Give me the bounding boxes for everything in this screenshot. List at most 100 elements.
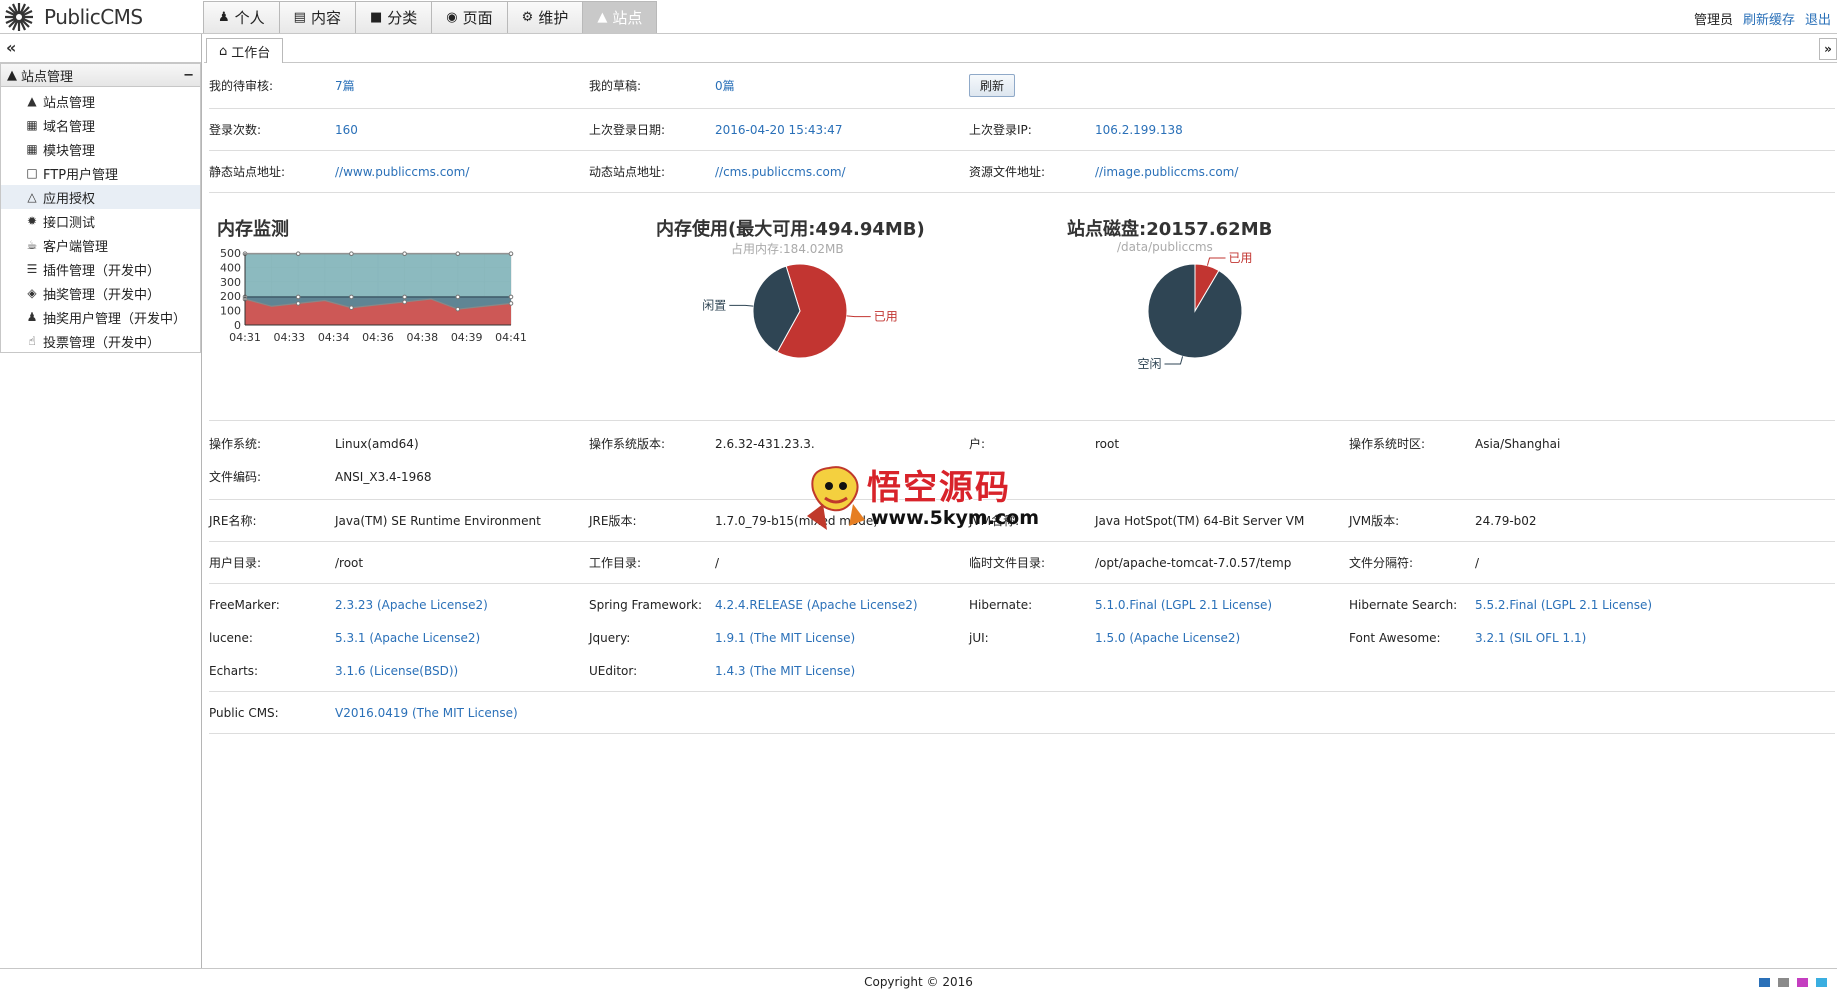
pending-value[interactable]: 7篇 (335, 77, 355, 94)
sidebar-item-plugin-manage[interactable]: ☰ 插件管理（开发中） (1, 257, 200, 281)
data-point (508, 294, 514, 300)
footer: Copyright © 2016 (0, 968, 1837, 994)
sidebar-collapse-button[interactable]: « (0, 34, 201, 63)
home-dir-value: /root (335, 555, 364, 570)
header: PublicCMS ♟ 个人 ▤ 内容 ■ 分类 ◉ 页面 ⚙ 维护 ▲ 站点 管理员 刷新… (0, 0, 1837, 34)
sidebar-item-client-manage[interactable]: ☕ 客户端管理 (1, 233, 200, 257)
nav-tab-maintain[interactable]: ⚙ 维护 (507, 2, 584, 33)
copyright: Copyright © 2016 (864, 975, 973, 989)
lib-version-link[interactable]: 5.5.2.Final (LGPL 2.1 License) (1475, 598, 1652, 612)
tab-list-dropdown-icon[interactable]: » (1819, 38, 1837, 60)
sidebar-item-module-manage[interactable]: ▦ 模块管理 (1, 137, 200, 161)
data-point (455, 306, 461, 312)
nav-label: 页面 (462, 9, 493, 27)
resource-label: 资源文件地址: (969, 165, 1046, 179)
x-tick-label: 04:31 (229, 331, 261, 344)
sidebar-item-vote-manage[interactable]: ☝ 投票管理（开发中） (1, 329, 200, 353)
ticket-icon: ◈ (27, 286, 37, 300)
pie-label-line (729, 304, 754, 307)
temp-dir-value: /opt/apache-tomcat-7.0.57/temp (1095, 555, 1292, 570)
site-address-group: 静态站点地址: //www.publiccms.com/ 动态站点地址: //cms… (209, 151, 1835, 193)
static-site-link[interactable]: //www.publiccms.com/ (335, 165, 469, 179)
sidebar-item-domain-manage[interactable]: ▦ 域名管理 (1, 113, 200, 137)
sidebar-item-site-manage[interactable]: ▲ 站点管理 (1, 89, 200, 113)
data-point (508, 251, 514, 257)
lib-version: 5.5.2.Final (1475, 597, 1538, 612)
publiccms-version-link[interactable]: V2016.0419 (The MIT License) (335, 706, 518, 720)
y-tick-label: 300 (220, 276, 241, 289)
nav-tab-category[interactable]: ■ 分类 (355, 2, 433, 33)
jre-name-label: JRE名称: (209, 514, 257, 528)
last-login-date-label: 上次登录日期: (589, 123, 666, 137)
lib-version-link[interactable]: 2.3.23 (Apache License2) (335, 598, 488, 612)
thumbs-up-icon: ☝ (28, 334, 36, 348)
lib-license: (Apache License2) (806, 597, 918, 612)
nav-tab-site[interactable]: ▲ 站点 (583, 2, 657, 33)
pie-label: 空闲 (1137, 357, 1161, 371)
timezone-value: Asia/Shanghai (1475, 436, 1561, 451)
nav-tab-content[interactable]: ▤ 内容 (279, 2, 356, 33)
logout-link[interactable]: 退出 (1805, 9, 1831, 28)
lib-version-link[interactable]: 5.3.1 (Apache License2) (335, 631, 480, 645)
lib-version-link[interactable]: 4.2.4.RELEASE (Apache License2) (715, 598, 918, 612)
x-tick-label: 04:38 (406, 331, 438, 344)
theme-swatch[interactable] (1816, 978, 1827, 987)
sidebar-item-label: 站点管理 (43, 95, 96, 111)
sidebar-item-label: 抽奖管理（开发中） (43, 287, 161, 303)
tab-bar: ⌂ 工作台 » (204, 34, 1837, 63)
pie-slice (1147, 263, 1243, 359)
data-point (402, 299, 407, 305)
data-point (455, 251, 461, 257)
lib-version-link[interactable]: 3.2.1 (SIL OFL 1.1) (1475, 631, 1586, 645)
data-point (349, 294, 354, 300)
sidebar-panel-header[interactable]: ▲ 站点管理 − (1, 64, 200, 87)
last-login-ip-label: 上次登录IP: (969, 123, 1032, 137)
publiccms-license: (The MIT License) (411, 705, 518, 720)
lib-license: (Apache License2) (1129, 630, 1241, 645)
lib-license: (The MIT License) (749, 663, 856, 678)
lib-version-link[interactable]: 1.5.0 (Apache License2) (1095, 631, 1240, 645)
lib-version: 3.1.6 (335, 663, 366, 678)
nav-label: 内容 (310, 9, 341, 27)
sidebar-item-lottery-manage[interactable]: ◈ 抽奖管理（开发中） (1, 281, 200, 305)
nav-tab-personal[interactable]: ♟ 个人 (204, 2, 280, 33)
nav-tab-page[interactable]: ◉ 页面 (432, 2, 508, 33)
lib-version: 1.9.1 (715, 630, 746, 645)
lib-version-link[interactable]: 1.9.1 (The MIT License) (715, 631, 855, 645)
collapse-panel-icon[interactable]: − (183, 68, 194, 83)
theme-swatch[interactable] (1759, 978, 1770, 987)
sitemap-icon: ▲ (7, 67, 17, 83)
sidebar-item-api-test[interactable]: ✹ 接口测试 (1, 209, 200, 233)
refresh-cache-link[interactable]: 刷新缓存 (1743, 9, 1795, 28)
login-count-label: 登录次数: (209, 123, 262, 137)
sidebar-item-app-auth[interactable]: △ 应用授权 (1, 185, 200, 209)
lib-version-link[interactable]: 1.4.3 (The MIT License) (715, 664, 855, 678)
os-user-label: 户: (969, 437, 986, 451)
x-tick-label: 04:33 (273, 331, 305, 344)
y-tick-label: 400 (220, 261, 241, 274)
refresh-button[interactable]: 刷新 (969, 74, 1016, 97)
x-tick-label: 04:34 (318, 331, 350, 344)
jre-name-value: Java(TM) SE Runtime Environment (335, 513, 541, 528)
lib-license: (LGPL 2.1 License) (1540, 597, 1653, 612)
lib-version-link[interactable]: 3.1.6 (License(BSD)) (335, 664, 458, 678)
watermark-url: www.5kym.com (871, 507, 1040, 529)
data-point (295, 294, 301, 300)
sidebar-item-ftp-user[interactable]: □ FTP用户管理 (1, 161, 200, 185)
x-tick-label: 04:36 (362, 331, 394, 344)
pie-label: 已用 (874, 310, 898, 324)
dynamic-site-link[interactable]: //cms.publiccms.com/ (715, 165, 846, 179)
theme-swatch[interactable] (1778, 978, 1789, 987)
logo[interactable]: PublicCMS (4, 2, 143, 32)
lib-license: (SIL OFL 1.1) (1509, 630, 1587, 645)
lib-name: jUI: (969, 630, 989, 645)
resource-link[interactable]: //image.publiccms.com/ (1095, 165, 1238, 179)
draft-value[interactable]: 0篇 (715, 77, 735, 94)
lib-version-link[interactable]: 5.1.0.Final (LGPL 2.1 License) (1095, 598, 1272, 612)
memory-monitor-title: 内存监测 (217, 219, 289, 240)
home-dir-label: 用户目录: (209, 556, 262, 570)
theme-swatch[interactable] (1797, 978, 1808, 987)
sidebar-item-lottery-user[interactable]: ♟ 抽奖用户管理（开发中） (1, 305, 200, 329)
publiccms-version: V2016.0419 (335, 705, 409, 720)
tab-workbench[interactable]: ⌂ 工作台 (206, 38, 284, 63)
